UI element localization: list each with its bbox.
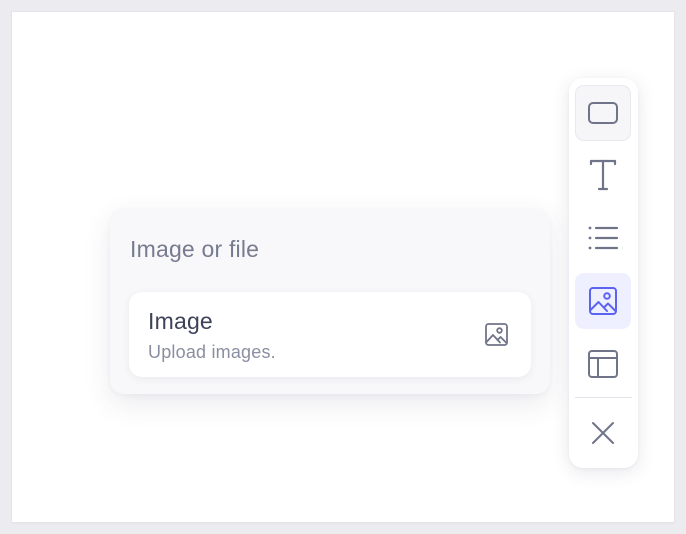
image-option-card[interactable]: Image Upload images. [129,292,531,377]
canvas: Image or file Image Upload images. [12,12,674,522]
block-toolbar [569,78,638,468]
layout-icon [587,349,619,379]
tool-close-button[interactable] [575,405,631,461]
option-description: Upload images. [148,342,276,362]
option-title: Image [148,308,213,334]
close-icon [591,421,615,445]
image-icon [588,286,618,316]
tool-layout-button[interactable] [575,336,631,392]
toolbar-divider [575,397,632,398]
tool-image-button[interactable] [575,273,631,329]
image-or-file-panel: Image or file Image Upload images. [110,208,550,394]
tool-box-button[interactable] [575,85,631,141]
image-icon [484,322,509,347]
tool-text-button[interactable] [575,147,631,203]
list-icon [587,225,619,251]
text-icon [589,158,617,192]
panel-title: Image or file [130,236,260,262]
tool-list-button[interactable] [575,210,631,266]
rectangle-icon [587,101,619,125]
